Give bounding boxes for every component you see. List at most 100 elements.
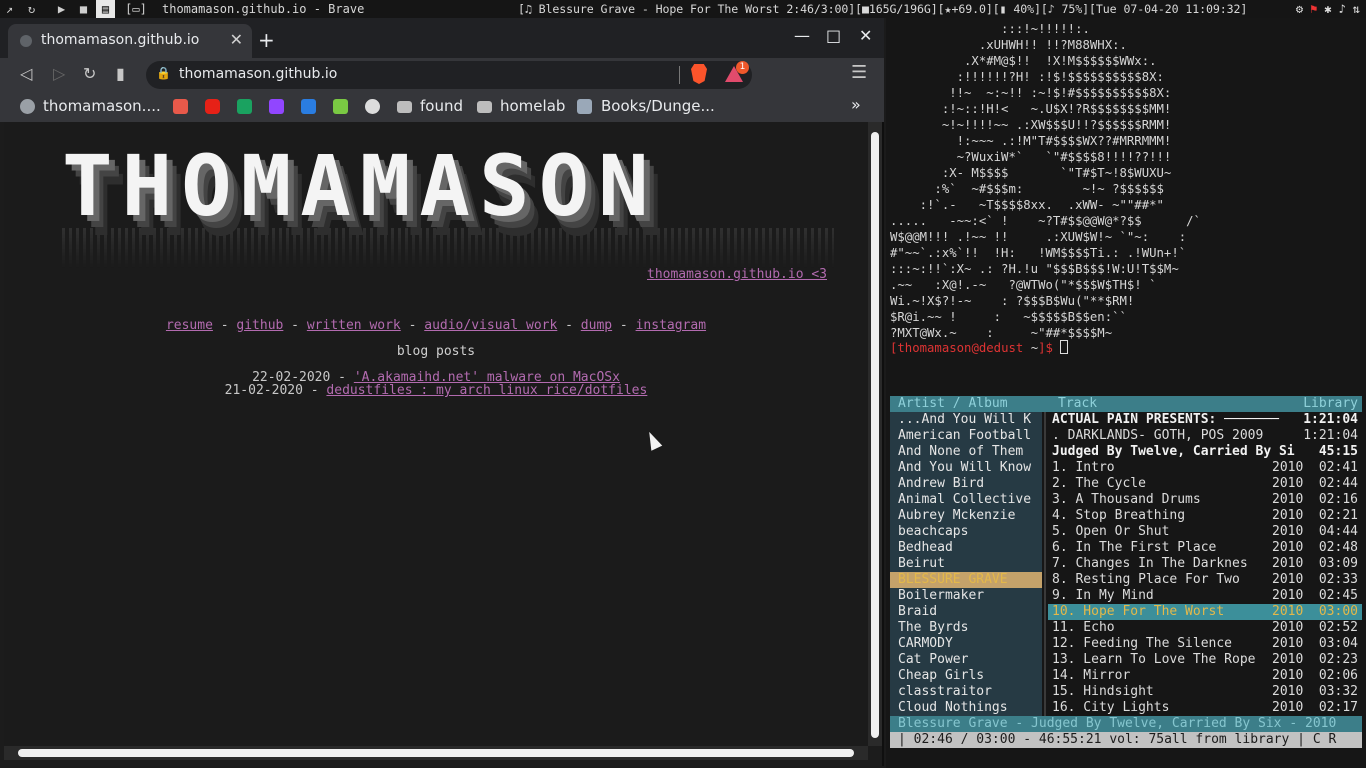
red-app-icon[interactable]: ⚑	[1310, 0, 1317, 18]
sheets-icon[interactable]	[237, 99, 252, 114]
new-tab-button[interactable]: +	[258, 28, 275, 52]
bookmark-books-dungeons[interactable]: Books/Dunge...	[601, 97, 715, 115]
github-icon[interactable]	[365, 99, 380, 114]
artist-item[interactable]: classtraitor	[898, 684, 992, 700]
twitch-icon[interactable]	[269, 99, 284, 114]
track-row[interactable]: 1. Intro 2010 02:41	[1048, 460, 1362, 476]
urlbar-divider	[679, 66, 680, 84]
home-link[interactable]: thomamason.github.io <3	[647, 267, 827, 282]
track-row[interactable]: 15. Hindsight 2010 03:32	[1048, 684, 1362, 700]
track-title: 2. The Cycle	[1052, 476, 1146, 491]
text-cursor	[1060, 340, 1069, 354]
artist-item[interactable]: Bedhead	[898, 540, 953, 556]
resume-link[interactable]: resume	[166, 318, 213, 333]
dump-link[interactable]: dump	[581, 318, 612, 333]
written-work-link[interactable]: written work	[307, 318, 401, 333]
terminal-window[interactable]: :::!~!!!!!:. .xUHWH!! !!?M88WHX:. .X*#M@…	[886, 18, 1366, 392]
artist-item[interactable]: Cheap Girls	[898, 668, 984, 684]
github-link[interactable]: github	[236, 318, 283, 333]
track-row[interactable]: 14. Mirror 2010 02:06	[1048, 668, 1362, 684]
artist-item[interactable]: CARMODY	[898, 636, 953, 652]
track-title: 7. Changes In The Darknes	[1052, 556, 1248, 571]
track-row[interactable]: 13. Learn To Love The Rope 2010 02:23	[1048, 652, 1362, 668]
artist-item[interactable]: Aubrey Mckenzie	[898, 508, 1015, 524]
m-icon[interactable]	[333, 99, 348, 114]
artist-item[interactable]: beachcaps	[898, 524, 968, 540]
artist-item[interactable]: The Byrds	[898, 620, 968, 636]
close-window-button[interactable]: ✕	[859, 26, 872, 45]
page-content: THOMAMASON thomamason.github.io <3 resum…	[4, 122, 868, 746]
album-row[interactable]: Judged By Twelve, Carried By Si 45:15	[1048, 444, 1362, 460]
artist-item[interactable]: Braid	[898, 604, 937, 620]
track-row[interactable]: 5. Open Or Shut 2010 04:44	[1048, 524, 1362, 540]
reload-button[interactable]: ↻	[83, 64, 96, 83]
workspace-5-active[interactable]: ▤	[96, 0, 115, 18]
track-row[interactable]: 12. Feeding The Silence 2010 03:04	[1048, 636, 1362, 652]
workspace-2[interactable]: ↻	[22, 0, 41, 18]
artist-item[interactable]: Cloud Nothings	[898, 700, 1008, 716]
track-row[interactable]: . DARKLANDS- GOTH, POS 2009 1:21:04	[1048, 428, 1362, 444]
track-row[interactable]: 2. The Cycle 2010 02:44	[1048, 476, 1362, 492]
bookmarks-overflow-button[interactable]: »	[851, 95, 861, 114]
track-row[interactable]: 11. Echo 2010 02:52	[1048, 620, 1362, 636]
trello-icon[interactable]	[301, 99, 316, 114]
address-bar[interactable]: 🔒 thomamason.github.io 1	[146, 61, 752, 89]
artist-item[interactable]: Boilermaker	[898, 588, 984, 604]
artist-item-selected[interactable]: BLESSURE GRAVE	[890, 572, 1042, 588]
steam-icon[interactable]: ⚙	[1296, 0, 1303, 18]
minimize-button[interactable]: —	[794, 26, 810, 45]
maximize-button[interactable]: □	[826, 26, 841, 45]
horizontal-scroll-thumb[interactable]	[18, 749, 854, 757]
workspace-4[interactable]: ■	[74, 0, 93, 18]
track-row[interactable]: 8. Resting Place For Two 2010 02:33	[1048, 572, 1362, 588]
bookmark-found[interactable]: found	[420, 97, 463, 115]
track-row-playing[interactable]: 10. Hope For The Worst 2010 03:00	[1048, 604, 1362, 620]
horizontal-scrollbar[interactable]	[4, 746, 868, 760]
track-year: 2010	[1272, 636, 1304, 651]
back-button[interactable]: ◁	[20, 64, 32, 83]
forward-button[interactable]: ▷	[53, 64, 65, 83]
artist-item[interactable]: Beirut	[898, 556, 945, 572]
track-row[interactable]: 9. In My Mind 2010 02:45	[1048, 588, 1362, 604]
audio-visual-work-link[interactable]: audio/visual work	[424, 318, 557, 333]
vertical-scroll-thumb[interactable]	[871, 132, 879, 738]
brave-shields-icon[interactable]	[691, 64, 707, 84]
bluetooth-icon[interactable]: ✱	[1324, 0, 1331, 18]
workspace-3[interactable]: ▶	[52, 0, 71, 18]
shell-prompt[interactable]: [thomamason@dedust ~]$	[890, 340, 1069, 356]
bookmark-button[interactable]: ▮	[116, 64, 125, 83]
track-row[interactable]: 6. In The First Place 2010 02:48	[1048, 540, 1362, 556]
artist-item[interactable]: Animal Collective	[898, 492, 1031, 508]
artist-item[interactable]: ...And You Will K	[898, 412, 1031, 428]
track-title: 8. Resting Place For Two	[1052, 572, 1240, 587]
vertical-scrollbar[interactable]	[868, 122, 882, 746]
instagram-link[interactable]: instagram	[636, 318, 706, 333]
layout-indicator[interactable]: [▭]	[122, 0, 150, 18]
prompt-dir: ~	[1030, 341, 1039, 355]
lock-icon[interactable]: 🔒	[156, 66, 171, 80]
track-row[interactable]: 4. Stop Breathing 2010 02:21	[1048, 508, 1362, 524]
menu-icon[interactable]: ☰	[851, 62, 867, 83]
bookmark-homelab[interactable]: homelab	[500, 97, 565, 115]
post-link[interactable]: dedustfiles : my arch linux rice/dotfile…	[326, 383, 647, 398]
artist-item[interactable]: And None of Them	[898, 444, 1023, 460]
track-row[interactable]: 3. A Thousand Drums 2010 02:16	[1048, 492, 1362, 508]
close-tab-icon[interactable]: ✕	[230, 30, 243, 49]
browser-tab[interactable]: thomamason.github.io ✕	[8, 24, 252, 58]
youtube-icon[interactable]	[205, 99, 220, 114]
inbox-icon[interactable]	[173, 99, 188, 114]
volume-icon[interactable]: ♪	[1339, 0, 1346, 18]
track-row[interactable]: 7. Changes In The Darknes 2010 03:09	[1048, 556, 1362, 572]
artist-item[interactable]: American Football	[898, 428, 1031, 444]
track-duration: 02:52	[1318, 620, 1358, 635]
workspace-1[interactable]: ↗	[0, 0, 19, 18]
artist-item[interactable]: And You Will Know	[898, 460, 1031, 476]
network-icon[interactable]: ⇅	[1353, 0, 1360, 18]
track-row[interactable]: 16. City Lights 2010 02:17	[1048, 700, 1362, 716]
bookmark-thomamason[interactable]: thomamason....	[43, 97, 161, 115]
cmus-player[interactable]: Artist / Album Track Library ...And You …	[886, 392, 1366, 768]
album-row[interactable]: ACTUAL PAIN PRESENTS: ─────── 1:21:04	[1048, 412, 1362, 428]
artist-item[interactable]: Cat Power	[898, 652, 968, 668]
artist-item[interactable]: Andrew Bird	[898, 476, 984, 492]
url-text[interactable]: thomamason.github.io	[179, 66, 337, 82]
